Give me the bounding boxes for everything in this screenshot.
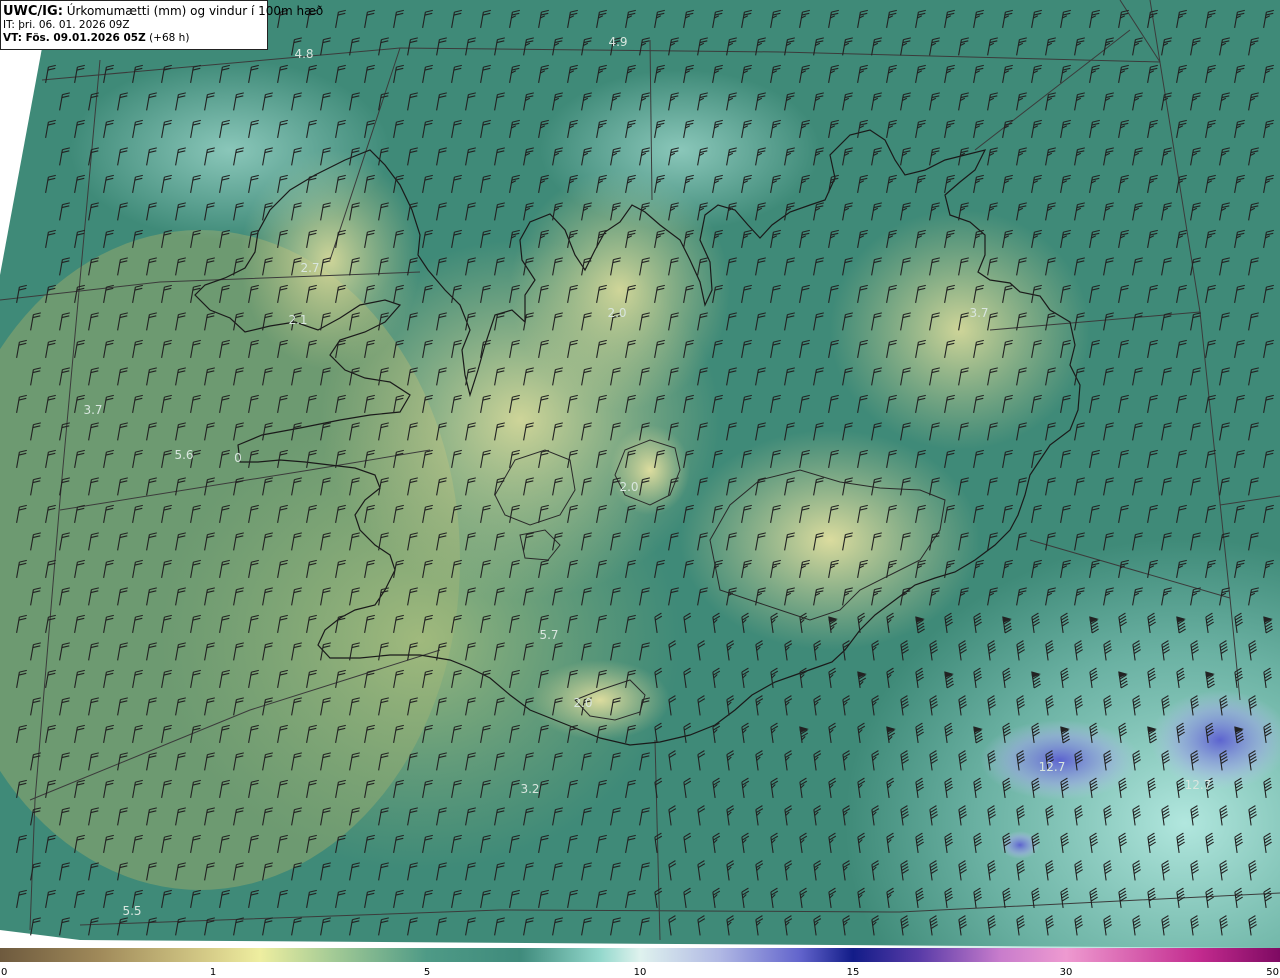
product-title: Úrkomumætti (mm) og vindur í 100m hæð <box>66 4 324 18</box>
map-value-label: 4.9 <box>608 35 628 49</box>
map-value-label: 3.7 <box>83 403 103 417</box>
valid-time-value: VT: Fös. 09.01.2026 05Z <box>3 32 146 44</box>
colorbar-tick: 30 <box>1059 967 1073 978</box>
initial-time-value: þri. 06. 01. 2026 09Z <box>18 19 130 31</box>
colorbar-strip <box>0 948 1280 962</box>
initial-time-line: IT: þri. 06. 01. 2026 09Z <box>3 19 267 32</box>
colorbar-tick: 1 <box>209 967 217 978</box>
map-value-label: 0 <box>234 451 242 465</box>
map-value-label: 12.7 <box>1184 778 1212 792</box>
map-value-label: 4.8 <box>294 47 314 61</box>
colorbar-tick: 0 <box>1 967 8 978</box>
forecast-offset: (+68 h) <box>149 32 190 44</box>
map-value-label: 2.0 <box>573 696 593 710</box>
map-value-label: 5.5 <box>122 904 142 918</box>
map-value-label: 12.7 <box>1038 760 1066 774</box>
map-value-label: 2.0 <box>619 480 639 494</box>
map-value-label: 3.2 <box>520 782 540 796</box>
header-title-line: UWC/IG: Úrkomumætti (mm) og vindur í 100… <box>3 4 323 19</box>
colorbar-tick: 15 <box>846 967 860 978</box>
map-canvas <box>0 0 1280 948</box>
colorbar-tick: 5 <box>423 967 431 978</box>
map-value-label: 2.0 <box>607 306 627 320</box>
map-value-label: 3.7 <box>969 306 989 320</box>
map-header: UWC/IG: Úrkomumætti (mm) og vindur í 100… <box>0 0 323 50</box>
valid-time-line: VT: Fös. 09.01.2026 05Z (+68 h) <box>3 32 267 45</box>
colorbar-tick: 10 <box>633 967 647 978</box>
map-value-label: 2.7 <box>300 261 320 275</box>
colorbar-tick: 50 <box>1266 967 1279 978</box>
precipitation-map: 4.8 4.9 2.7 2.1 2.0 3.7 3.7 5.6 0 2.0 5.… <box>0 0 1280 948</box>
colorbar: 0 1 5 10 15 30 50 <box>0 948 1280 978</box>
initial-time-label: IT: <box>3 19 15 31</box>
map-value-label: 5.7 <box>539 628 559 642</box>
map-value-label: 2.1 <box>288 313 308 327</box>
map-value-label: 5.6 <box>174 448 194 462</box>
model-name: UWC/IG: <box>3 4 63 19</box>
